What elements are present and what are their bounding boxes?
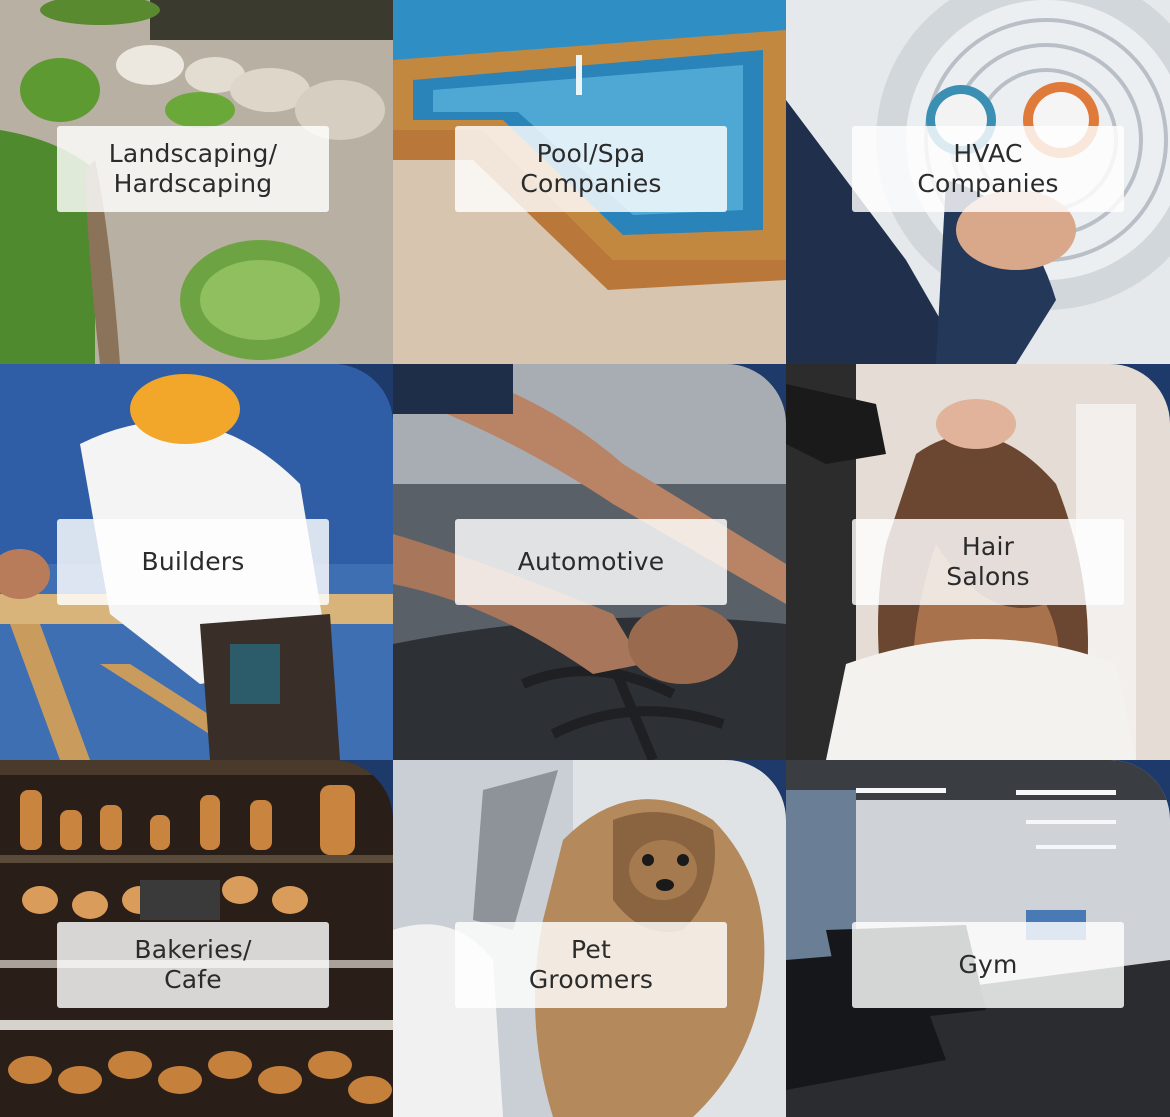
tile-label: Pool/Spa Companies [455,126,727,212]
tile-label: Landscaping/ Hardscaping [57,126,329,212]
tile-landscaping[interactable]: Landscaping/ Hardscaping [0,0,393,364]
tile-bakeries-cafe[interactable]: Bakeries/ Cafe [0,760,393,1117]
tile-label: HVAC Companies [852,126,1124,212]
tile-label: Hair Salons [852,519,1124,605]
tile-label: Builders [57,519,329,605]
tile-label: Bakeries/ Cafe [57,922,329,1008]
tile-label: Automotive [455,519,727,605]
industry-grid: Landscaping/ Hardscaping Pool/Spa Compan… [0,0,1170,1117]
tile-label: Pet Groomers [455,922,727,1008]
tile-hvac[interactable]: HVAC Companies [786,0,1170,364]
tile-label: Gym [852,922,1124,1008]
tile-builders[interactable]: Builders [0,364,393,760]
tile-pet-groomers[interactable]: Pet Groomers [393,760,786,1117]
tile-automotive[interactable]: Automotive [393,364,786,760]
tile-gym[interactable]: Gym [786,760,1170,1117]
tile-pool-spa[interactable]: Pool/Spa Companies [393,0,786,364]
tile-hair-salons[interactable]: Hair Salons [786,364,1170,760]
